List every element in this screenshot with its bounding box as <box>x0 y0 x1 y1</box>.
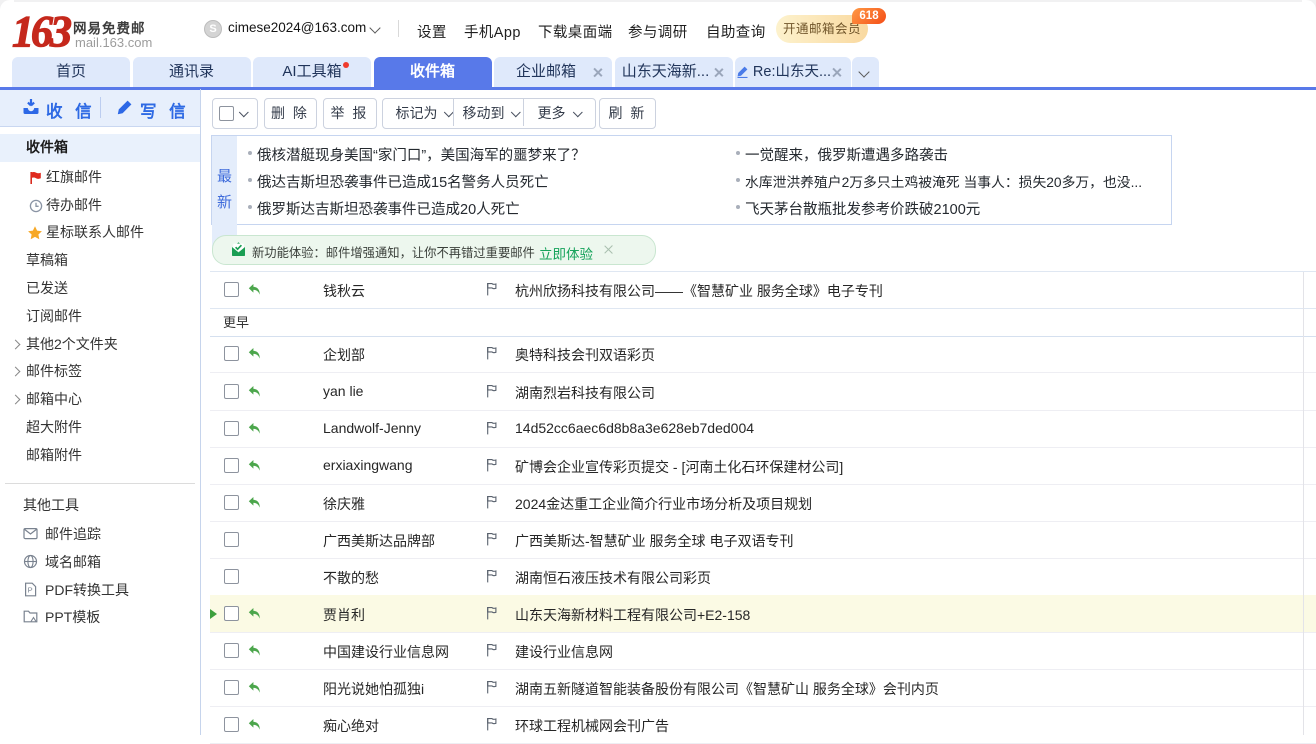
svg-text:P: P <box>28 585 33 594</box>
